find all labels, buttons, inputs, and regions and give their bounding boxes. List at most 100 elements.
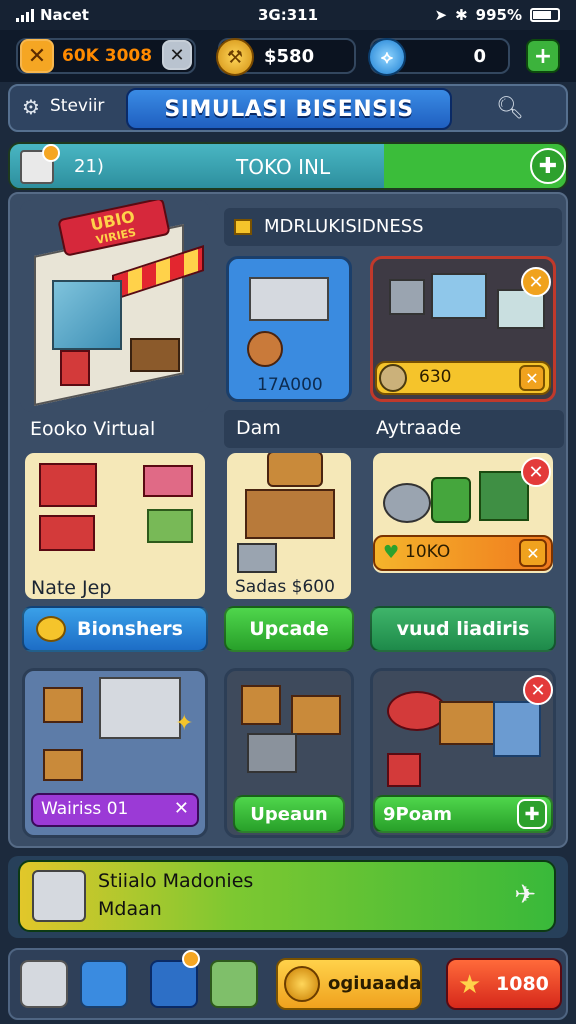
shelf-icon <box>431 273 487 319</box>
close-icon[interactable]: ✕ <box>162 40 192 70</box>
cart-icon <box>39 515 95 551</box>
rocket-icon[interactable]: ✈ <box>514 880 536 910</box>
resource-bar: ✕ 60K 3008 ✕ ⚒ $580 ⟡ 0 + <box>0 30 576 82</box>
sign-icon <box>267 453 323 487</box>
folder-icon <box>234 219 252 235</box>
battery-icon <box>530 8 560 22</box>
star-button[interactable]: ★ 1080 <box>446 958 562 1010</box>
card-label: Aytraade <box>376 417 462 439</box>
item-card-shelves[interactable]: ✕ 630 ✕ <box>370 256 556 402</box>
money-secondary: $580 <box>264 45 315 67</box>
counter-icon <box>245 489 335 539</box>
cart-icon <box>32 870 86 922</box>
badge-label: Wairiss 01 <box>41 799 129 819</box>
card-label: Nate Jep <box>31 577 112 599</box>
coin-icon <box>36 616 66 642</box>
sign-icon <box>241 685 281 725</box>
gem-pill[interactable]: ⟡ 0 <box>368 38 510 76</box>
close-icon[interactable]: ✕ <box>519 365 545 391</box>
crate-icon <box>147 509 193 543</box>
close-icon[interactable]: ✕ <box>523 675 553 705</box>
card-price: 17A000 <box>257 375 323 395</box>
price-tag: ♥ 10KO ✕ <box>373 535 553 571</box>
money-primary: 60K 3008 <box>62 46 153 66</box>
coin-pill[interactable]: ⚒ $580 <box>216 38 356 76</box>
battery-percent: 995% <box>475 6 522 24</box>
box-icon <box>43 687 83 723</box>
plant-icon <box>247 331 283 367</box>
add-icon[interactable]: ✚ <box>517 799 547 829</box>
notification-badge <box>182 950 200 968</box>
upgrade-button[interactable]: Upeaun <box>233 795 345 833</box>
item-card-produce[interactable]: ✕ ♥ 10KO ✕ <box>370 450 556 576</box>
view-button[interactable]: vuud liadiris <box>370 606 556 652</box>
shelf-icon <box>493 701 541 757</box>
heart-icon: ♥ <box>383 542 400 563</box>
star-label: 1080 <box>496 973 549 995</box>
item-card-storage[interactable]: ✕ 9Poam ✚ <box>370 668 556 838</box>
menu-label[interactable]: Steviir <box>50 96 104 116</box>
mail-icon[interactable] <box>80 960 128 1008</box>
cart-icon <box>237 543 277 573</box>
tools-icon: ✕ <box>20 39 54 73</box>
wrench-icon[interactable]: ⚙ <box>16 92 46 122</box>
shop-name: TOKO INL <box>236 155 331 179</box>
label-strip: Dam Aytraade <box>224 410 564 448</box>
item-card-office[interactable]: Upeaun <box>224 668 354 838</box>
clock: 3G:311 <box>257 6 319 24</box>
store-illustration[interactable]: UBIO VIRIES <box>20 200 210 412</box>
coin-icon <box>379 364 407 392</box>
gem-icon: ⟡ <box>368 38 406 76</box>
upgrade-button[interactable]: Upcade <box>224 606 354 652</box>
section-title: MDRLUKISIDNESS <box>264 216 424 237</box>
desk-icon <box>249 277 329 321</box>
item-badge: Wairiss 01 ✕ <box>31 793 199 827</box>
money-pill[interactable]: ✕ 60K 3008 ✕ <box>16 38 196 74</box>
card-label: Dam <box>236 417 281 439</box>
item-card-carts[interactable]: Nate Jep <box>22 450 208 602</box>
store-window <box>52 280 122 350</box>
box-icon <box>43 749 83 781</box>
close-icon[interactable]: ✕ <box>519 539 547 567</box>
buy-button[interactable]: Bionshers <box>22 606 208 652</box>
banner-line2: Mdaan <box>98 898 162 920</box>
notification-badge <box>42 144 60 162</box>
carrier-label: Nacet <box>40 6 89 24</box>
section-header: MDRLUKISIDNESS <box>224 208 562 246</box>
item-card-desk[interactable]: 17A000 <box>226 256 352 402</box>
search-icon[interactable]: 🔍︎ <box>494 92 526 124</box>
promo-button[interactable]: 9Poam ✚ <box>373 795 553 833</box>
pot-icon <box>387 691 447 731</box>
close-icon[interactable]: ✕ <box>174 798 189 819</box>
close-icon[interactable]: ✕ <box>521 457 551 487</box>
banner-line1: Stiialo Madonies <box>98 870 254 892</box>
bottom-nav: ogiuaada ★ 1080 <box>8 948 568 1020</box>
scale-icon <box>383 483 431 523</box>
bottom-banner: Stiialo Madonies Mdaan ✈ <box>8 856 568 938</box>
shop-bar[interactable]: 21) TOKO INL ✚ <box>8 142 568 190</box>
coin-icon: ⚒ <box>216 38 254 76</box>
compass-icon[interactable]: ✚ <box>530 148 566 184</box>
cart-icon <box>39 463 97 507</box>
desk-icon <box>291 695 341 735</box>
coin-icon <box>284 966 320 1002</box>
page-title: SIMULASI BISENSIS <box>126 88 452 130</box>
store-label: Eooko Virtual <box>30 418 156 440</box>
shop-count: 21) <box>74 156 104 177</box>
item-card-cart[interactable]: ✦ Wairiss 01 ✕ <box>22 668 208 838</box>
add-button[interactable]: + <box>526 39 560 73</box>
close-icon[interactable]: ✕ <box>521 267 551 297</box>
item-card-counter[interactable]: Sadas $600 <box>224 450 354 602</box>
gold-label: ogiuaada <box>328 973 422 994</box>
gold-button[interactable]: ogiuaada <box>276 958 422 1010</box>
card-price: Sadas $600 <box>235 577 335 597</box>
hammer-icon[interactable] <box>210 960 258 1008</box>
register-icon[interactable] <box>20 960 68 1008</box>
cart-icon <box>99 677 181 739</box>
promo-banner[interactable]: Stiialo Madonies Mdaan ✈ <box>18 860 556 932</box>
gem-count: 0 <box>473 45 486 67</box>
signal-icon <box>16 8 34 22</box>
box-icon <box>389 279 425 315</box>
cart-icon <box>60 350 90 386</box>
main-panel: UBIO VIRIES MDRLUKISIDNESS 17A000 ✕ 630 … <box>8 192 568 848</box>
